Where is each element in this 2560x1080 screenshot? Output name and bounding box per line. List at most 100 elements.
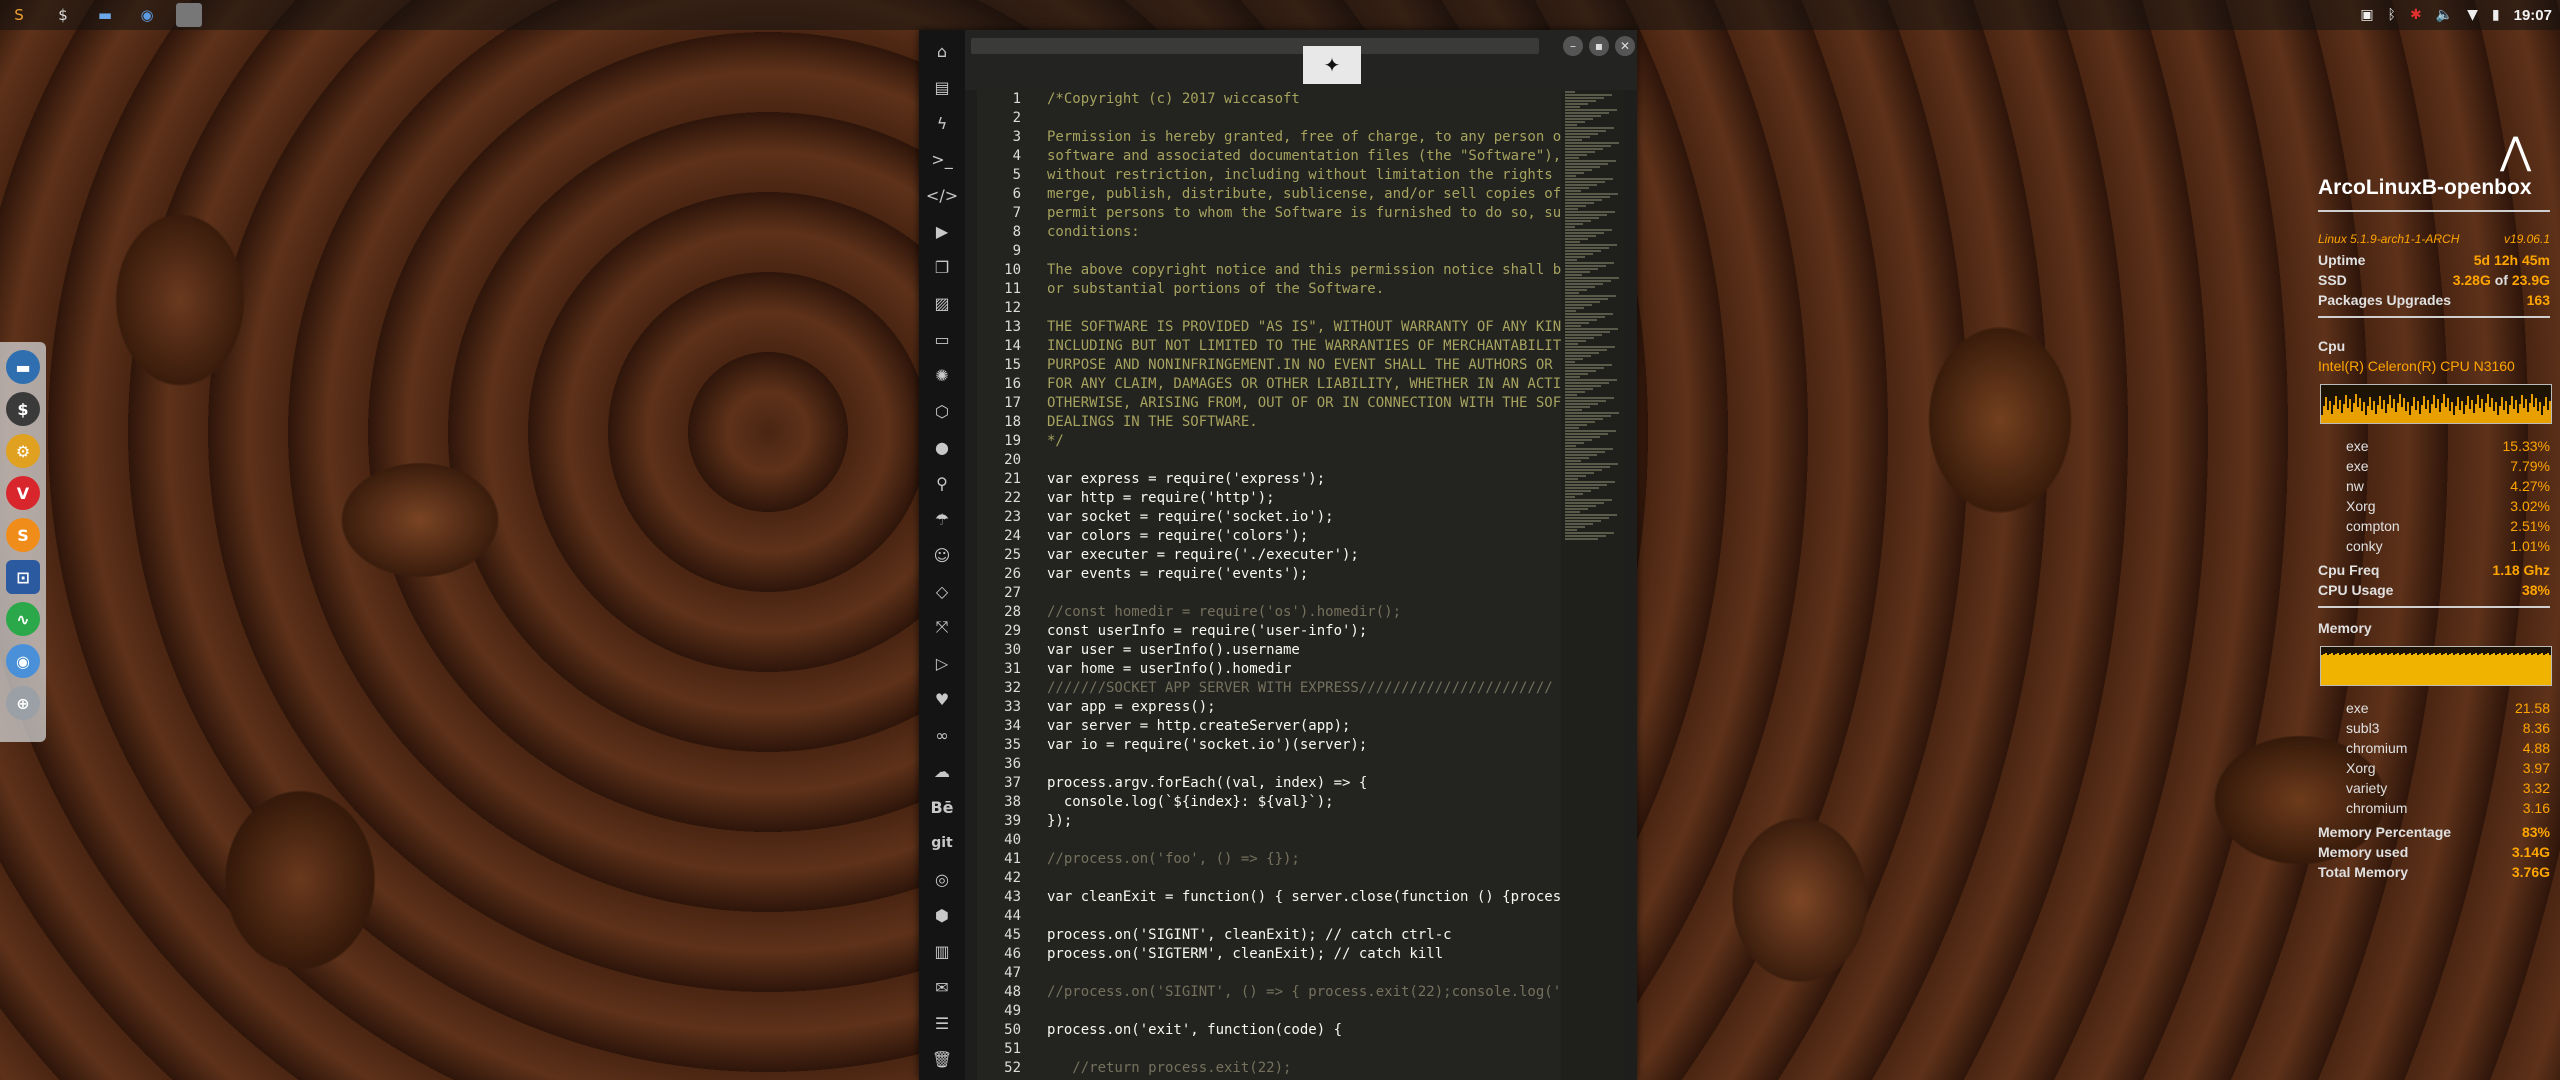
code-line[interactable]	[1047, 584, 1570, 603]
code-line[interactable]: var socket = require('socket.io');	[1047, 508, 1570, 527]
code-line[interactable]: PURPOSE AND NONINFRINGEMENT.IN NO EVENT …	[1047, 356, 1570, 375]
code-line[interactable]: process.on('SIGTERM', cleanExit); // cat…	[1047, 945, 1570, 964]
volume-icon[interactable]: 🔈	[2436, 7, 2453, 23]
terminal-dock-icon[interactable]: $	[6, 392, 40, 426]
code-line[interactable]: //process.on('foo', () => {});	[1047, 850, 1570, 869]
code-line[interactable]	[1047, 869, 1570, 888]
copy-icon[interactable]: ❐	[927, 252, 957, 282]
behance-icon[interactable]: Bē	[927, 792, 957, 822]
screenshot-icon[interactable]: ▣	[2360, 7, 2373, 23]
contact-icon[interactable]: ☺	[927, 540, 957, 570]
youtube-icon[interactable]: ▷	[927, 648, 957, 678]
code-line[interactable]	[1047, 755, 1570, 774]
code-line[interactable]: var colors = require('colors');	[1047, 527, 1570, 546]
cubes-icon[interactable]: ⬢	[927, 900, 957, 930]
code-line[interactable]	[1047, 242, 1570, 261]
infinity-icon[interactable]: ∞	[927, 720, 957, 750]
chromium-dock-icon[interactable]: ◉	[6, 644, 40, 678]
code-line[interactable]	[1047, 831, 1570, 850]
list-icon[interactable]: ☰	[927, 1008, 957, 1038]
code-line[interactable]: FOR ANY CLAIM, DAMAGES OR OTHER LIABILIT…	[1047, 375, 1570, 394]
code-line[interactable]: or substantial portions of the Software.	[1047, 280, 1570, 299]
code-line[interactable]: var server = http.createServer(app);	[1047, 717, 1570, 736]
files-dock-icon[interactable]: ▬	[6, 350, 40, 384]
battery-icon[interactable]: ▮	[2492, 7, 2500, 23]
close-button[interactable]: ✕	[1615, 36, 1635, 56]
code-line[interactable]	[1047, 907, 1570, 926]
code-line[interactable]: //return process.exit(22);	[1047, 1059, 1570, 1078]
code-line[interactable]: var io = require('socket.io')(server);	[1047, 736, 1570, 755]
wifi-icon[interactable]: ▼	[2467, 7, 2478, 23]
code-line[interactable]: var user = userInfo().username	[1047, 641, 1570, 660]
code-line[interactable]: //process.on('SIGINT', () => { process.e…	[1047, 983, 1570, 1002]
code-icon[interactable]: </>	[926, 180, 958, 210]
bluetooth-icon[interactable]: ᛒ	[2388, 7, 2396, 23]
bolt-icon[interactable]: ϟ	[927, 108, 957, 138]
code-line[interactable]	[1047, 109, 1570, 128]
code-line[interactable]: */	[1047, 432, 1570, 451]
code-line[interactable]: permit persons to whom the Software is f…	[1047, 204, 1570, 223]
code-line[interactable]: Permission is hereby granted, free of ch…	[1047, 128, 1570, 147]
code-lines[interactable]: /*Copyright (c) 2017 wiccasoft Permission…	[1047, 90, 1570, 1078]
code-line[interactable]: var express = require('express');	[1047, 470, 1570, 489]
code-line[interactable]: ///////SOCKET APP SERVER WITH EXPRESS///…	[1047, 679, 1570, 698]
code-line[interactable]: console.log(`${index}: ${val}`);	[1047, 793, 1570, 812]
code-line[interactable]	[1047, 964, 1570, 983]
code-line[interactable]: });	[1047, 812, 1570, 831]
code-line[interactable]: process.on('SIGINT', cleanExit); // catc…	[1047, 926, 1570, 945]
settings-dock-icon[interactable]: ⚙	[6, 434, 40, 468]
expand-icon[interactable]: ⤧	[927, 612, 957, 642]
code-line[interactable]: process.on('exit', function(code) {	[1047, 1021, 1570, 1040]
home-icon[interactable]: ⌂	[927, 36, 957, 66]
clock[interactable]: 19:07	[2514, 7, 2552, 24]
code-line[interactable]: DEALINGS IN THE SOFTWARE.	[1047, 413, 1570, 432]
code-line[interactable]: merge, publish, distribute, sublicense, …	[1047, 185, 1570, 204]
code-line[interactable]: const userInfo = require('user-info');	[1047, 622, 1570, 641]
code-line[interactable]	[1047, 451, 1570, 470]
diamond-icon[interactable]: ◇	[927, 576, 957, 606]
code-line[interactable]: conditions:	[1047, 223, 1570, 242]
code-line[interactable]: var home = userInfo().homedir	[1047, 660, 1570, 679]
network-dock-icon[interactable]: ⊕	[6, 686, 40, 720]
code-line[interactable]	[1047, 1002, 1570, 1021]
globe-icon[interactable]: ●	[927, 432, 957, 462]
code-line[interactable]: INCLUDING BUT NOT LIMITED TO THE WARRANT…	[1047, 337, 1570, 356]
code-line[interactable]: without restriction, including without l…	[1047, 166, 1570, 185]
code-line[interactable]	[1047, 1040, 1570, 1059]
screenshot-dock-icon[interactable]: ⊡	[6, 560, 40, 594]
network-icon[interactable]: ⬡	[927, 396, 957, 426]
window-launcher-icon[interactable]	[176, 3, 202, 27]
system-monitor-dock-icon[interactable]: ∿	[6, 602, 40, 636]
minimize-button[interactable]: –	[1563, 36, 1583, 56]
code-line[interactable]: var app = express();	[1047, 698, 1570, 717]
cloud-icon[interactable]: ☁	[927, 756, 957, 786]
code-line[interactable]: OTHERWISE, ARISING FROM, OUT OF OR IN CO…	[1047, 394, 1570, 413]
code-line[interactable]: process.argv.forEach((val, index) => {	[1047, 774, 1570, 793]
image-icon[interactable]: ▨	[927, 288, 957, 318]
files-launcher-icon[interactable]: ▬	[92, 3, 118, 27]
update-icon[interactable]: ✱	[2410, 7, 2422, 23]
git-icon[interactable]: git	[927, 828, 957, 858]
code-line[interactable]: var http = require('http');	[1047, 489, 1570, 508]
github-icon[interactable]: ◎	[927, 864, 957, 894]
envelope-icon[interactable]: ✉	[927, 972, 957, 1002]
chromium-launcher-icon[interactable]: ◉	[134, 3, 160, 27]
code-line[interactable]: var cleanExit = function() { server.clos…	[1047, 888, 1570, 907]
minimap[interactable]	[1561, 90, 1625, 1080]
sublime-launcher-icon[interactable]: S	[6, 3, 32, 27]
asterisk-icon[interactable]: ✺	[927, 360, 957, 390]
code-line[interactable]: software and associated documentation fi…	[1047, 147, 1570, 166]
code-line[interactable]: THE SOFTWARE IS PROVIDED "AS IS", WITHOU…	[1047, 318, 1570, 337]
sublime-dock-icon[interactable]: S	[6, 518, 40, 552]
title-bar-field[interactable]	[971, 38, 1539, 54]
card-icon[interactable]: ▭	[927, 324, 957, 354]
code-line[interactable]: //const homedir = require('os').homedir(…	[1047, 603, 1570, 622]
code-line[interactable]: /*Copyright (c) 2017 wiccasoft	[1047, 90, 1570, 109]
code-line[interactable]: The above copyright notice and this perm…	[1047, 261, 1570, 280]
play-icon[interactable]: ▶	[927, 216, 957, 246]
file-icon[interactable]: ▤	[927, 72, 957, 102]
terminal-icon[interactable]: >_	[927, 144, 957, 174]
trash-icon[interactable]: 🗑	[927, 1044, 957, 1074]
heart-icon[interactable]: ♥	[927, 684, 957, 714]
code-line[interactable]: var executer = require('./executer');	[1047, 546, 1570, 565]
